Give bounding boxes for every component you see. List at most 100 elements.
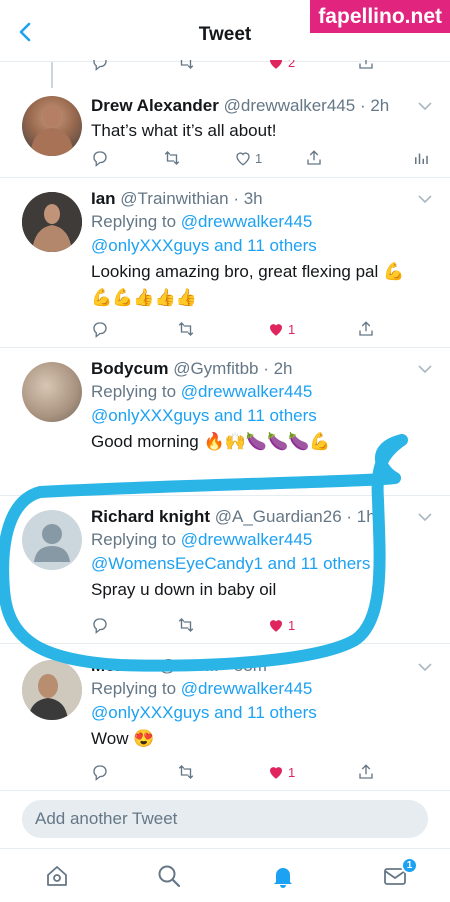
tweet-text: Spray u down in baby oil [91, 580, 277, 599]
avatar-photo [22, 192, 82, 252]
tweet-author-name[interactable]: Richard knight [91, 507, 210, 526]
tweet-actions: 1 [91, 615, 430, 635]
retweet-button[interactable] [177, 615, 195, 635]
reply-icon [93, 60, 107, 71]
share-button[interactable] [357, 762, 375, 782]
retweet-icon [164, 151, 180, 165]
replying-to-line: Replying to @drewwalker445 [91, 528, 430, 552]
analytics-button[interactable] [412, 148, 430, 168]
reply-icon [93, 151, 107, 167]
replying-prefix: Replying to [91, 530, 177, 549]
like-button[interactable]: 1 [267, 319, 295, 339]
tweet-author-name[interactable]: Mozartz [91, 656, 154, 675]
tweet-actions: 1 [91, 762, 430, 782]
avatar-photo [30, 105, 74, 156]
watermark: fapellino.net [310, 0, 450, 33]
like-button[interactable]: 1 [234, 148, 262, 168]
avatar[interactable] [22, 192, 82, 252]
heart-filled-icon [270, 324, 282, 336]
tweet-item[interactable]: Mozartz @Mar... · 55m Replying to @dreww… [0, 644, 450, 790]
chevron-down-icon[interactable] [418, 194, 432, 204]
reply-button[interactable] [91, 615, 109, 635]
share-button[interactable] [357, 60, 375, 72]
replying-to-line: Replying to @drewwalker445 [91, 210, 430, 234]
tweet-time: · 55m [223, 656, 267, 675]
retweet-button[interactable] [177, 319, 195, 339]
default-profile-icon [34, 524, 70, 562]
replying-prefix: Replying to [91, 679, 177, 698]
retweet-icon [178, 322, 194, 336]
add-tweet-placeholder: Add another Tweet [35, 809, 178, 828]
tweet-author-name[interactable]: Drew Alexander [91, 96, 219, 115]
share-button[interactable] [305, 148, 323, 168]
mention-link[interactable]: @drewwalker445 [181, 382, 313, 401]
reply-button[interactable] [91, 60, 109, 72]
tweet-item[interactable]: Bodycum @Gymfitbb · 2h Replying to @drew… [0, 348, 450, 496]
mention-link[interactable]: @drewwalker445 [181, 530, 313, 549]
mention-link[interactable]: @drewwalker445 [181, 212, 313, 231]
heart-filled-icon [270, 767, 282, 779]
like-count: 1 [288, 321, 296, 337]
reply-button[interactable] [91, 762, 109, 782]
default-avatar[interactable] [22, 510, 82, 570]
avatar[interactable] [22, 96, 82, 156]
like-button[interactable]: 2 [267, 60, 295, 72]
retweet-button[interactable] [177, 60, 195, 72]
tweet-handle[interactable]: @drewwalker445 [224, 96, 356, 115]
tweet-handle[interactable]: @Gymfitbb [173, 359, 258, 378]
search-icon[interactable] [156, 863, 182, 889]
mention-others-link[interactable]: @onlyXXXguys and 11 others [91, 234, 430, 258]
tweet-handle[interactable]: @A_Guardian26 [215, 507, 342, 526]
tweet-text: Looking amazing bro, great flexing pal 💪 [91, 262, 405, 281]
tweet-handle[interactable]: @Mar... [159, 656, 219, 675]
mention-others-link[interactable]: @onlyXXXguys and 11 others [91, 404, 430, 428]
notifications-bell-icon[interactable] [270, 863, 296, 889]
heart-outline-icon [236, 152, 250, 166]
reply-button[interactable] [91, 148, 109, 168]
tweet-actions: 1 [91, 148, 430, 168]
home-icon[interactable] [44, 863, 70, 889]
tweet-author-name[interactable]: Bodycum [91, 359, 168, 378]
share-icon [359, 764, 373, 779]
like-button[interactable]: 1 [267, 615, 295, 635]
add-tweet-input[interactable]: Add another Tweet [22, 800, 428, 838]
reply-button[interactable] [91, 319, 109, 339]
tweet-author-name[interactable]: Ian [91, 189, 116, 208]
reply-icon [93, 322, 107, 338]
avatar[interactable] [22, 362, 82, 422]
heart-filled-icon [270, 60, 282, 69]
share-icon [359, 321, 373, 336]
like-button[interactable]: 1 [267, 762, 295, 782]
messages-badge: 1 [401, 857, 418, 874]
chevron-down-icon[interactable] [418, 662, 432, 672]
avatar-photo [22, 660, 82, 720]
retweet-button[interactable] [177, 762, 195, 782]
header: Tweet fapellino.net [0, 0, 450, 62]
replying-to-line: Replying to @drewwalker445 [91, 380, 430, 404]
like-count: 1 [255, 150, 263, 166]
replying-prefix: Replying to [91, 212, 177, 231]
tweet-item[interactable]: Ian @Trainwithian · 3h Replying to @drew… [0, 178, 450, 348]
mention-link[interactable]: @drewwalker445 [181, 679, 313, 698]
replying-to-line: Replying to @drewwalker445 [91, 677, 430, 701]
tweet-item[interactable]: Richard knight @A_Guardian26 · 1h Replyi… [0, 496, 450, 644]
mention-others-link[interactable]: @onlyXXXguys and 11 others [91, 701, 430, 725]
replying-prefix: Replying to [91, 382, 177, 401]
like-count: 1 [288, 764, 296, 780]
tweet-item[interactable]: Drew Alexander @drewwalker445 · 2h That’… [0, 85, 450, 178]
chevron-down-icon[interactable] [418, 101, 432, 111]
retweet-button[interactable] [163, 148, 181, 168]
reply-icon [93, 618, 107, 634]
tweet-text: Wow 😍 [91, 729, 155, 748]
mention-others-link[interactable]: @WomensEyeCandy1 and 11 others [91, 552, 430, 576]
chevron-down-icon[interactable] [418, 512, 432, 522]
heart-filled-icon [270, 620, 282, 632]
tweet-time: · 2h [263, 359, 293, 378]
tweet-handle[interactable]: @Trainwithian [120, 189, 228, 208]
avatar[interactable] [22, 660, 82, 720]
tweet-text-continued: 💪💪👍👍👍 [91, 288, 197, 307]
share-button[interactable] [357, 319, 375, 339]
chevron-down-icon[interactable] [418, 364, 432, 374]
retweet-icon [178, 765, 194, 779]
like-count: 2 [288, 60, 296, 70]
